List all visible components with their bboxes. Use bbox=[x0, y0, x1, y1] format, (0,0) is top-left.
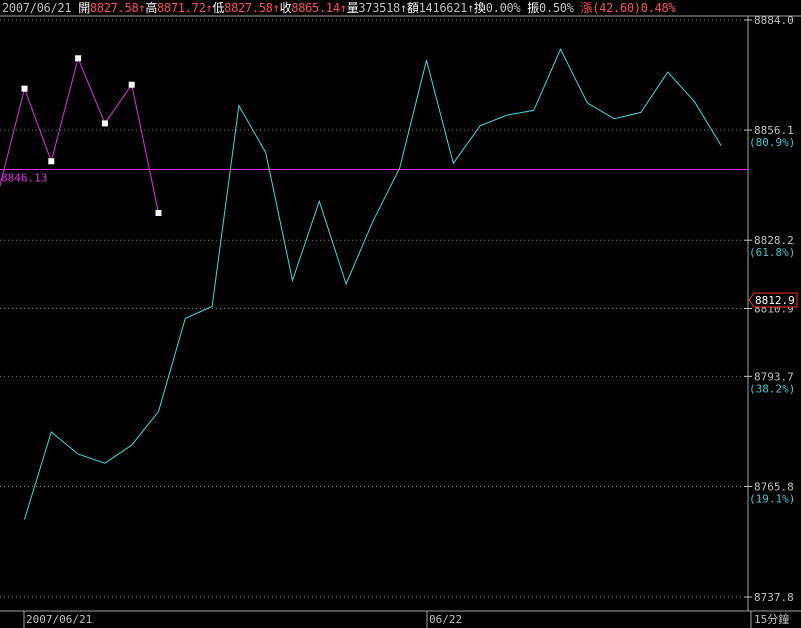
series-marker bbox=[128, 81, 135, 88]
retracement-label: (19.1%) bbox=[749, 492, 795, 505]
x-label-start: 2007/06/21 bbox=[26, 613, 93, 626]
y-axis-labels: 8884.08856.18828.28810.98793.78765.88737… bbox=[744, 14, 795, 604]
cyan-series-line bbox=[24, 48, 722, 520]
x-label-mid: 06/22 bbox=[429, 613, 463, 626]
period-label[interactable]: 15分鐘 bbox=[754, 612, 789, 627]
current-price-tag: 8812.9 bbox=[748, 292, 798, 308]
retracement-label: (61.8%) bbox=[749, 246, 795, 259]
series-lines bbox=[0, 48, 722, 520]
series-marker bbox=[155, 209, 162, 216]
reference-line: 8846.13 bbox=[0, 168, 748, 184]
series-marker bbox=[75, 55, 82, 62]
series-marker bbox=[101, 120, 108, 127]
y-tick-label: 8884.0 bbox=[754, 14, 794, 27]
series-markers bbox=[21, 55, 162, 216]
series-marker bbox=[21, 85, 28, 92]
retracement-label: (80.9%) bbox=[749, 136, 795, 149]
reference-hline-label: 8846.13 bbox=[1, 171, 47, 184]
price-tag-value: 8812.9 bbox=[755, 294, 795, 307]
y-tick-label: 8737.8 bbox=[754, 591, 794, 604]
series-marker bbox=[48, 158, 55, 165]
retracement-label: (38.2%) bbox=[749, 382, 795, 395]
price-chart[interactable]: 8846.13 8884.08856.18828.28810.98793.787… bbox=[0, 0, 801, 628]
grid-lines bbox=[0, 19, 748, 598]
